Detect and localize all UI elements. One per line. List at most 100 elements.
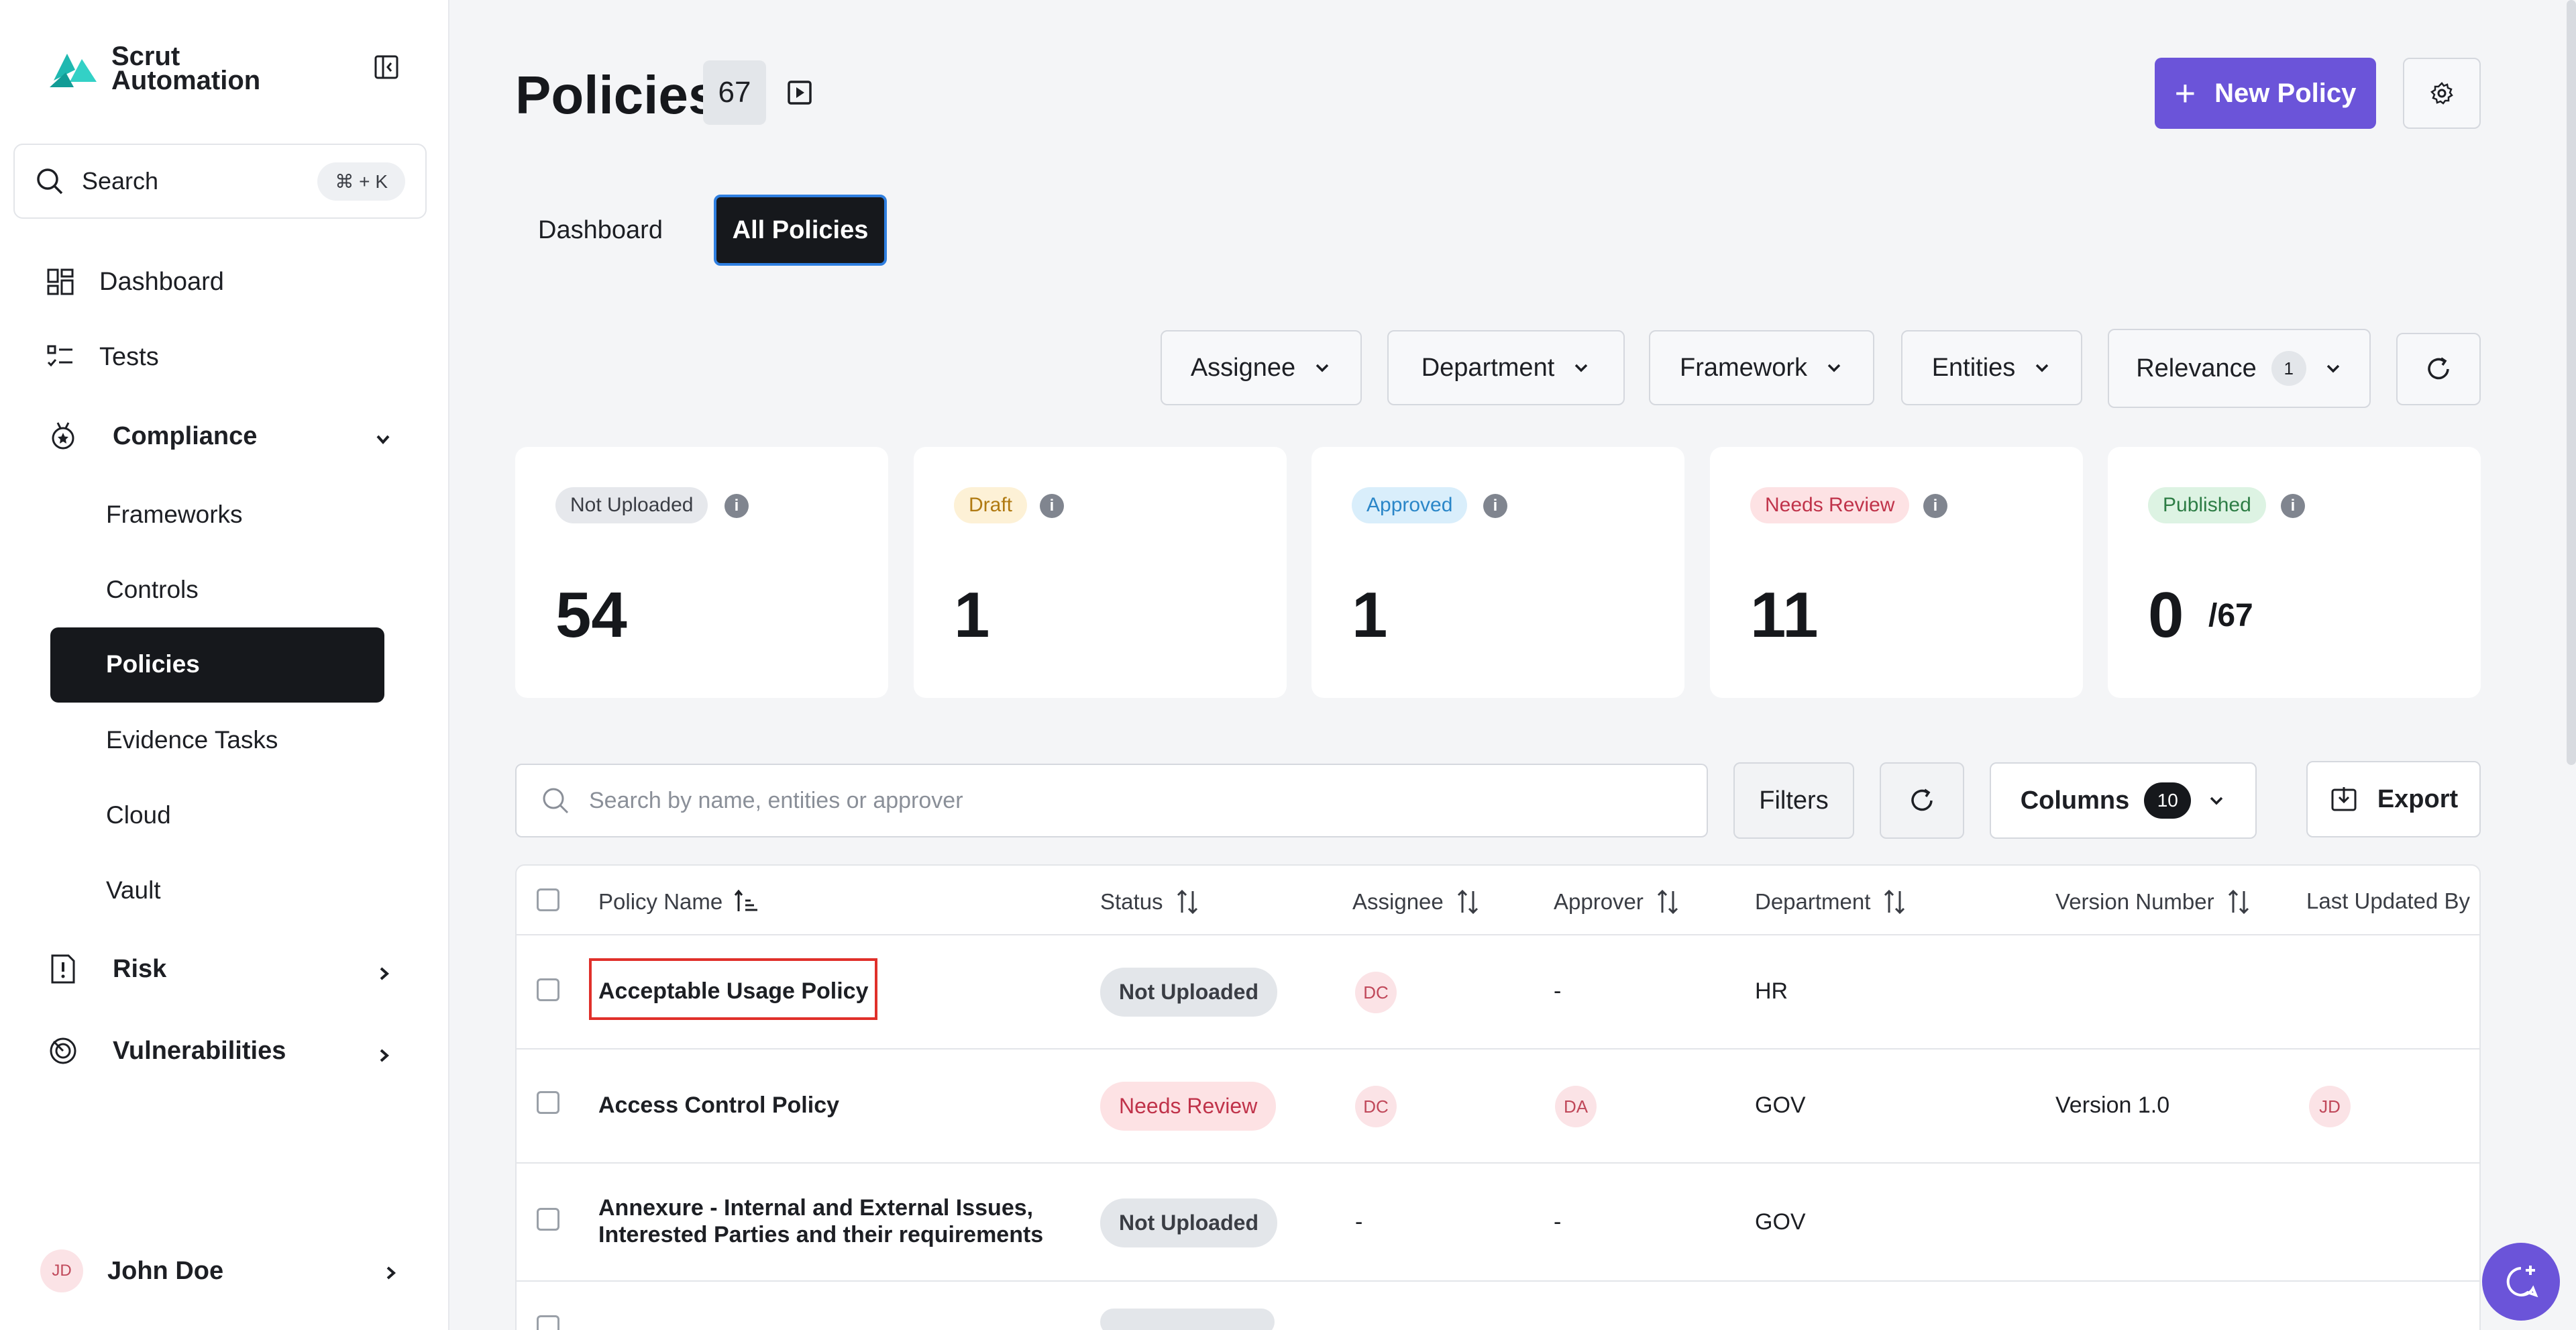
vulnerabilities-icon xyxy=(50,1037,76,1064)
sidebar-item-cloud[interactable]: Cloud xyxy=(106,801,171,829)
chevron-right-icon[interactable] xyxy=(374,964,394,984)
policies-table: Policy Name Status Assignee Approver Dep… xyxy=(515,864,2481,1330)
brand[interactable]: Scrut Automation xyxy=(47,40,260,97)
chevron-down-icon xyxy=(2036,364,2049,372)
row-checkbox[interactable] xyxy=(537,1315,559,1330)
sort-icon[interactable] xyxy=(1174,888,1201,915)
sidebar-item-risk[interactable]: Risk xyxy=(47,953,166,985)
row-checkbox[interactable] xyxy=(537,1208,559,1231)
info-icon[interactable]: i xyxy=(2281,494,2305,518)
approver-avatar: DA xyxy=(1555,1086,1597,1127)
page-title: Policies xyxy=(515,65,718,125)
sidebar-item-label: Tests xyxy=(99,342,159,371)
policy-name-link[interactable]: Annexure - Internal and External Issues,… xyxy=(598,1194,1043,1248)
chevron-right-icon[interactable] xyxy=(374,1045,394,1066)
stat-value: 11 xyxy=(1750,579,1819,651)
assignee-avatar: DC xyxy=(1355,972,1397,1013)
export-button[interactable]: Export xyxy=(2306,761,2481,837)
columns-dropdown[interactable]: Columns 10 xyxy=(1990,762,2257,839)
policy-name-line: Annexure - Internal and External Issues, xyxy=(598,1195,1034,1221)
stat-card-published[interactable]: Published i 0 /67 xyxy=(2108,447,2481,698)
support-chat-button[interactable] xyxy=(2482,1243,2560,1321)
chevron-right-icon[interactable] xyxy=(381,1263,401,1283)
policy-search-input[interactable]: Search by name, entities or approver xyxy=(515,764,1708,837)
user-profile[interactable]: JD John Doe xyxy=(40,1249,223,1292)
column-header-last-updated-by[interactable]: Last Updated By xyxy=(2306,888,2470,914)
sidebar-item-policies[interactable]: Policies xyxy=(50,627,384,703)
sidebar-item-label: Risk xyxy=(113,954,167,983)
relevance-filter-dropdown[interactable]: Relevance 1 xyxy=(2108,329,2371,408)
sidebar-item-label: Dashboard xyxy=(99,267,224,296)
sidebar: Scrut Automation Search ⌘ + K Dashboard xyxy=(0,0,449,1330)
sort-icon[interactable] xyxy=(1454,888,1481,915)
settings-button[interactable] xyxy=(2403,58,2481,129)
new-policy-label: New Policy xyxy=(2214,78,2357,108)
policy-name-line: Interested Parties and their requirement… xyxy=(598,1222,1044,1247)
sidebar-item-frameworks[interactable]: Frameworks xyxy=(106,501,243,529)
sidebar-item-compliance[interactable]: Compliance xyxy=(47,420,257,452)
sort-icon[interactable] xyxy=(2225,888,2252,915)
framework-filter-dropdown[interactable]: Framework xyxy=(1649,330,1874,405)
stat-card-approved[interactable]: Approved i 1 xyxy=(1311,447,1684,698)
info-icon[interactable]: i xyxy=(1040,494,1064,518)
search-icon xyxy=(37,168,63,195)
filters-button[interactable]: Filters xyxy=(1733,762,1854,839)
table-row[interactable] xyxy=(517,1282,2479,1330)
dropdown-label: Framework xyxy=(1679,353,1808,382)
chevron-down-icon[interactable] xyxy=(373,429,393,450)
play-video-icon[interactable] xyxy=(786,79,813,106)
stat-card-not-uploaded[interactable]: Not Uploaded i 54 xyxy=(515,447,888,698)
info-icon[interactable]: i xyxy=(724,494,749,518)
highlight-box xyxy=(589,958,877,1020)
sidebar-item-dashboard[interactable]: Dashboard xyxy=(44,266,224,298)
stat-card-draft[interactable]: Draft i 1 xyxy=(914,447,1287,698)
new-policy-button[interactable]: + New Policy xyxy=(2155,58,2376,129)
entities-filter-dropdown[interactable]: Entities xyxy=(1901,330,2082,405)
global-search[interactable]: Search ⌘ + K xyxy=(13,144,427,219)
table-row[interactable]: Acceptable Usage Policy Not Uploaded DC … xyxy=(517,935,2479,1050)
sort-icon[interactable] xyxy=(1881,888,1908,915)
sort-icon[interactable] xyxy=(1654,888,1681,915)
header-label: Version Number xyxy=(2055,889,2214,914)
assignee-filter-dropdown[interactable]: Assignee xyxy=(1161,330,1362,405)
stat-card-needs-review[interactable]: Needs Review i 11 xyxy=(1710,447,2083,698)
table-row[interactable]: Annexure - Internal and External Issues,… xyxy=(517,1164,2479,1282)
search-label: Search xyxy=(82,167,159,195)
reset-filters-button[interactable] xyxy=(2396,333,2481,405)
policy-name-link[interactable]: Access Control Policy xyxy=(598,1092,839,1119)
filters-label: Filters xyxy=(1759,786,1829,815)
columns-count-badge: 10 xyxy=(2144,782,2192,819)
info-icon[interactable]: i xyxy=(1483,494,1507,518)
column-header-assignee[interactable]: Assignee xyxy=(1352,888,1481,915)
chat-icon xyxy=(2506,1266,2538,1298)
tab-dashboard[interactable]: Dashboard xyxy=(517,195,684,266)
column-header-department[interactable]: Department xyxy=(1755,888,1908,915)
collapse-sidebar-icon[interactable] xyxy=(373,54,400,81)
sidebar-item-evidence-tasks[interactable]: Evidence Tasks xyxy=(106,726,278,754)
page-scrollbar[interactable] xyxy=(2567,0,2576,765)
status-badge: Published xyxy=(2148,487,2266,523)
sidebar-item-controls[interactable]: Controls xyxy=(106,576,199,604)
sidebar-item-vault[interactable]: Vault xyxy=(106,876,161,905)
row-checkbox[interactable] xyxy=(537,1091,559,1114)
column-header-policy-name[interactable]: Policy Name xyxy=(598,888,760,915)
stat-denominator: /67 xyxy=(2208,598,2253,633)
export-label: Export xyxy=(2377,784,2459,813)
sidebar-item-vulnerabilities[interactable]: Vulnerabilities xyxy=(47,1035,286,1067)
column-header-status[interactable]: Status xyxy=(1100,888,1201,915)
header-label: Assignee xyxy=(1352,889,1444,914)
column-header-version-number[interactable]: Version Number xyxy=(2055,888,2252,915)
refresh-table-button[interactable] xyxy=(1880,762,1964,839)
column-header-approver[interactable]: Approver xyxy=(1554,888,1681,915)
sidebar-item-label: Vulnerabilities xyxy=(113,1036,286,1065)
info-icon[interactable]: i xyxy=(1923,494,1947,518)
sort-ascending-icon[interactable] xyxy=(733,888,760,915)
row-checkbox[interactable] xyxy=(537,978,559,1001)
sidebar-item-tests[interactable]: Tests xyxy=(44,341,159,373)
select-all-checkbox[interactable] xyxy=(537,888,559,911)
assignee-value: - xyxy=(1355,1209,1363,1235)
tab-all-policies[interactable]: All Policies xyxy=(714,195,887,266)
department-filter-dropdown[interactable]: Department xyxy=(1387,330,1625,405)
policy-count-badge: 67 xyxy=(703,60,766,125)
table-row[interactable]: Access Control Policy Needs Review DC DA… xyxy=(517,1050,2479,1164)
